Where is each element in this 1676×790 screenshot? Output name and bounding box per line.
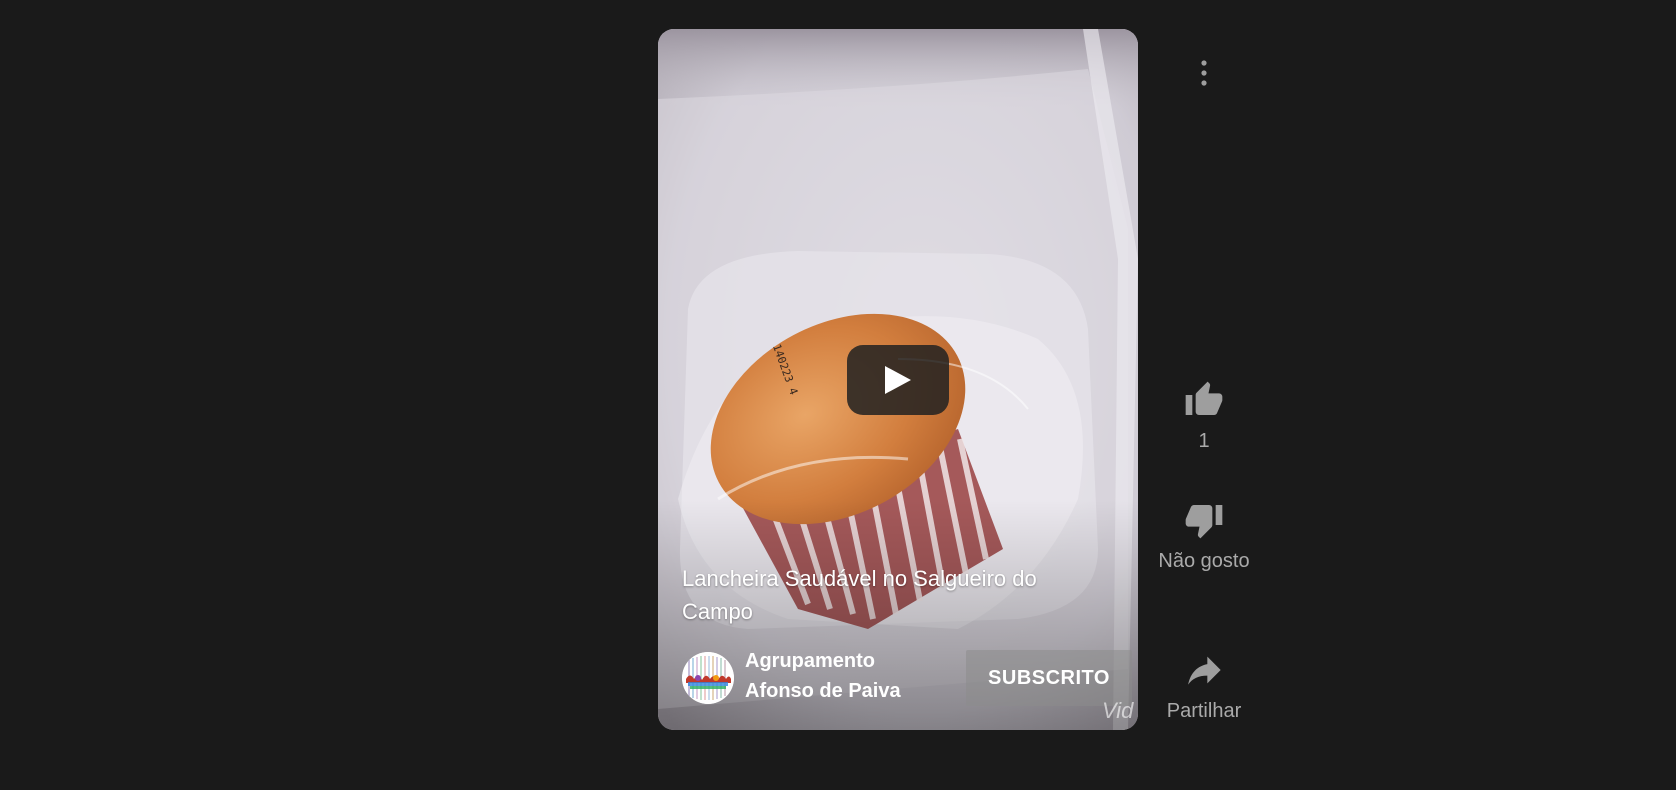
play-icon [885,366,911,394]
like-button[interactable]: 1 [1154,376,1254,454]
dislike-label: Não gosto [1158,550,1250,572]
shorts-page: 140223 4 Lancheira Saudável no Salgueiro… [0,0,1676,790]
share-arrow-icon [1180,646,1228,694]
like-count: 1 [1198,430,1210,452]
thumb-down-icon [1180,496,1228,544]
short-video-player[interactable]: 140223 4 Lancheira Saudável no Salgueiro… [658,29,1138,730]
more-options-button[interactable] [1183,52,1225,94]
video-watermark: Vid [1102,698,1134,723]
channel-logo [682,652,734,704]
play-button[interactable] [847,345,949,415]
share-label: Partilhar [1166,700,1242,722]
share-button[interactable]: Partilhar [1154,646,1254,724]
more-vert-icon [1201,60,1207,86]
thumb-up-icon [1180,376,1228,424]
channel-name[interactable]: Agrupamento Afonso de Paiva [745,646,925,706]
channel-row: Agrupamento Afonso de Paiva SUBSCRITO [682,646,1132,710]
channel-avatar[interactable] [682,652,734,704]
dislike-button[interactable]: Não gosto [1154,496,1254,574]
video-title[interactable]: Lancheira Saudável no Salgueiro do Campo [682,562,1102,628]
